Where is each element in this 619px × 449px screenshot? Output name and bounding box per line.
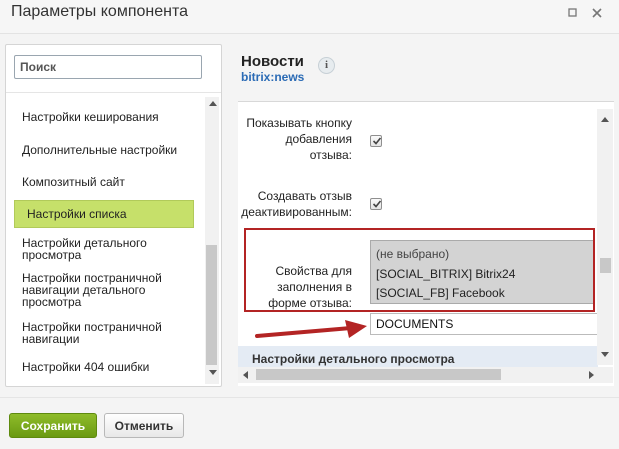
- scroll-down-icon[interactable]: [209, 370, 217, 375]
- params-scrollbar[interactable]: [597, 109, 613, 365]
- documents-input[interactable]: DOCUMENTS: [370, 313, 602, 335]
- highlight-annotation: [244, 228, 595, 312]
- checkmark-icon: [372, 200, 382, 208]
- scroll-down-icon[interactable]: [601, 352, 609, 357]
- search-box: [14, 55, 202, 79]
- scroll-left-icon[interactable]: [243, 371, 248, 379]
- sidebar-item-detail[interactable]: Настройки детального просмотра: [10, 237, 180, 261]
- arrow-annotation-icon: [255, 320, 367, 338]
- sidebar-item-detail-pagination[interactable]: Настройки постраничной навигации детальн…: [10, 272, 180, 308]
- horizontal-scroll-thumb[interactable]: [256, 369, 501, 380]
- sidebar-item-list-settings[interactable]: Настройки списка: [14, 200, 194, 228]
- sidebar-item-additional[interactable]: Дополнительные настройки: [10, 144, 180, 156]
- scroll-right-icon[interactable]: [589, 371, 594, 379]
- close-icon[interactable]: [590, 6, 604, 20]
- component-title: Новости: [241, 53, 304, 70]
- sidebar-item-caching[interactable]: Настройки кеширования: [10, 111, 180, 123]
- checkmark-icon: [372, 137, 382, 145]
- expand-icon[interactable]: [566, 6, 580, 20]
- show-add-review-checkbox[interactable]: [370, 135, 382, 147]
- info-icon[interactable]: i: [318, 57, 335, 74]
- divider: [6, 92, 221, 93]
- show-add-review-label: Показывать кнопку добавления отзыва:: [246, 116, 352, 162]
- scroll-up-icon[interactable]: [601, 117, 609, 122]
- section-header-detail[interactable]: Настройки детального просмотра: [238, 346, 598, 367]
- params-scroll-thumb[interactable]: [600, 258, 611, 273]
- sidebar-item-composite[interactable]: Композитный сайт: [10, 176, 180, 188]
- footer-divider: [0, 397, 619, 398]
- create-deactivated-label: Создавать отзыв деактивированным:: [241, 189, 352, 219]
- component-code: bitrix:news: [241, 70, 305, 84]
- create-deactivated-checkbox[interactable]: [370, 198, 382, 210]
- sidebar-item-pagination[interactable]: Настройки постраничной навигации: [10, 321, 180, 345]
- scroll-up-icon[interactable]: [209, 101, 217, 106]
- sidebar-scroll-thumb[interactable]: [206, 245, 217, 365]
- cancel-button[interactable]: Отменить: [104, 413, 184, 438]
- search-input[interactable]: [20, 57, 196, 77]
- window-title: Параметры компонента: [11, 3, 188, 20]
- save-button[interactable]: Сохранить: [9, 413, 97, 438]
- sidebar-item-404[interactable]: Настройки 404 ошибки: [10, 361, 180, 373]
